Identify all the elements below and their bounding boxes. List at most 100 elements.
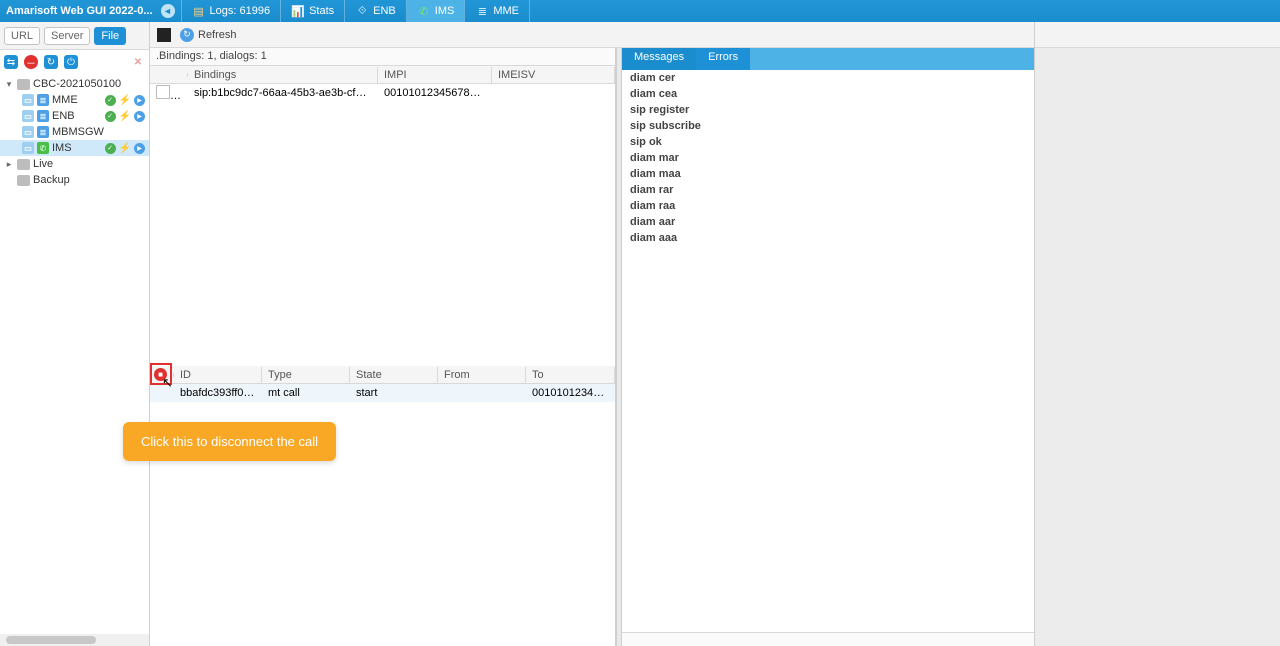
power-icon[interactable]: ⏻: [64, 55, 78, 69]
tree-label: MME: [52, 94, 78, 106]
tab-logs-61996[interactable]: ▤ Logs: 61996: [182, 0, 281, 22]
play-icon[interactable]: ▶: [134, 111, 145, 122]
topbar: Amarisoft Web GUI 2022-0... ◄ ▤ Logs: 619…: [0, 0, 1280, 22]
col-imeisv[interactable]: IMEISV: [492, 67, 615, 83]
message-key: diam maa: [630, 168, 830, 180]
terminal-icon[interactable]: [156, 27, 172, 43]
chevron-left-icon[interactable]: ◄: [161, 4, 175, 18]
folder-icon: [17, 175, 30, 186]
refresh-label: Refresh: [198, 29, 237, 41]
h-scrollbar[interactable]: [0, 634, 149, 646]
close-icon[interactable]: ✕: [131, 55, 145, 69]
tree-node-enb[interactable]: ▭≣ENB ✓⚡▶: [0, 108, 149, 124]
bindings-panel: .Bindings: 1, dialogs: 1 Bindings IMPI I…: [150, 48, 616, 646]
tree-node-backup[interactable]: Backup: [0, 172, 149, 188]
tooltip: Click this to disconnect the call: [123, 422, 336, 461]
col-from[interactable]: From: [438, 367, 526, 383]
service-icon: ≣: [37, 126, 49, 138]
bolt-icon: ⚡: [119, 111, 131, 122]
expander-icon[interactable]: ▾: [4, 79, 14, 90]
message-key: diam raa: [630, 200, 830, 212]
node-icon: ▭: [22, 94, 34, 106]
tab-label: IMS: [435, 5, 455, 17]
message-key: diam cea: [630, 88, 830, 100]
tab-enb[interactable]: ⟐ ENB: [345, 0, 406, 22]
disconnect-call-button[interactable]: ■: [154, 368, 167, 381]
app-title: Amarisoft Web GUI 2022-0...: [0, 5, 159, 17]
phone-icon: ✆: [417, 4, 431, 18]
col-to[interactable]: To: [526, 367, 615, 383]
tree-node-live[interactable]: ▸ Live: [0, 156, 149, 172]
call-to: 001010123456789: [526, 385, 615, 401]
col-type[interactable]: Type: [262, 367, 350, 383]
tab-mme[interactable]: ≣MME: [465, 0, 529, 22]
col-impi[interactable]: IMPI: [378, 67, 492, 83]
message-key: sip ok: [630, 136, 830, 148]
call-row[interactable]: bbafdc393ff0c7b8 mt call start 001010123…: [150, 384, 615, 402]
stop-icon[interactable]: －: [24, 55, 38, 69]
check-icon: ✓: [105, 143, 116, 154]
tree-label: MBMSGW: [52, 126, 104, 138]
node-icon: ▭: [22, 126, 34, 138]
bindings-status: .Bindings: 1, dialogs: 1: [150, 48, 615, 66]
tree-root[interactable]: ▾ CBC-2021050100: [0, 76, 149, 92]
service-icon: ≣: [37, 94, 49, 106]
binding-value: sip:b1bc9dc7-66aa-45b3-ae3b-cf7238865ef2…: [188, 85, 378, 101]
impi-value: 001010123456789@ims...: [378, 85, 492, 101]
message-key: sip subscribe: [630, 120, 830, 132]
message-key: diam cer: [630, 72, 830, 84]
col: [150, 73, 188, 77]
message-key: sip register: [630, 104, 830, 116]
refresh-icon: ↻: [180, 28, 194, 42]
tab-label: ENB: [373, 5, 396, 17]
play-icon[interactable]: ▶: [134, 95, 145, 106]
message-key: diam rar: [630, 184, 830, 196]
tab-messages[interactable]: Messages: [622, 48, 696, 70]
tab-ims[interactable]: ✆ IMS: [407, 0, 465, 22]
bindings-row[interactable]: sip:b1bc9dc7-66aa-45b3-ae3b-cf7238865ef2…: [150, 84, 615, 102]
left-sidebar: URL Server File ⇆ － ↻ ⏻ ✕ ▾ CBC-20210501…: [0, 22, 150, 646]
tree-live-label: Live: [33, 158, 53, 170]
message-key: diam aaa: [630, 232, 830, 244]
bolt-icon: ⚡: [119, 143, 131, 154]
imeisv-value: [492, 91, 615, 95]
node-icon: ▭: [22, 110, 34, 122]
logs-icon: ▤: [192, 4, 206, 18]
tab-label: MME: [493, 5, 519, 17]
antenna-icon: ⟐: [355, 4, 369, 18]
tree-backup-label: Backup: [33, 174, 70, 186]
tree-node-ims[interactable]: ▭✆IMS✓⚡▶: [0, 140, 149, 156]
right-gutter: [1034, 22, 1280, 646]
url-button[interactable]: URL: [4, 27, 40, 45]
col-bindings[interactable]: Bindings: [188, 67, 378, 83]
tree-label: ENB: [52, 110, 75, 122]
connect-icon[interactable]: ⇆: [4, 55, 18, 69]
tab-stats[interactable]: 📊Stats: [281, 0, 344, 22]
server-button[interactable]: Server: [44, 27, 90, 45]
col-id[interactable]: ID: [174, 367, 262, 383]
col-state[interactable]: State: [350, 367, 438, 383]
calls-grid: ID Type State From To bbafdc393ff0c7b8 m…: [150, 366, 615, 646]
check-icon: ✓: [105, 95, 116, 106]
check-icon: ✓: [105, 111, 116, 122]
message-key: diam mar: [630, 152, 830, 164]
folder-icon: [17, 79, 30, 90]
refresh-button[interactable]: ↻ Refresh: [180, 28, 237, 42]
message-key: diam aar: [630, 216, 830, 228]
tab-label: Logs: 61996: [210, 5, 271, 17]
tree-node-mme[interactable]: ▭≣MME ✓⚡▶: [0, 92, 149, 108]
server-tree: ▾ CBC-2021050100 ▭≣MME✓⚡▶▭≣ENB✓⚡▶▭≣MBMSG…: [0, 74, 149, 622]
tabstrip: ▤ Logs: 61996 📊Stats ⟐ ENB ✆ IMS ≣MME: [182, 0, 531, 22]
play-icon[interactable]: ▶: [134, 143, 145, 154]
tree-node-mbmsgw[interactable]: ▭≣MBMSGW: [0, 124, 149, 140]
tree-label: IMS: [52, 142, 72, 154]
service-icon: ≣: [37, 110, 49, 122]
call-state: start: [350, 385, 438, 401]
tab-label: Stats: [309, 5, 334, 17]
bolt-icon: ⚡: [119, 95, 131, 106]
call-type: mt call: [262, 385, 350, 401]
file-button[interactable]: File: [94, 27, 126, 45]
refresh-tree-icon[interactable]: ↻: [44, 55, 58, 69]
tab-errors[interactable]: Errors: [696, 48, 750, 70]
expander-icon[interactable]: ▸: [4, 159, 14, 170]
